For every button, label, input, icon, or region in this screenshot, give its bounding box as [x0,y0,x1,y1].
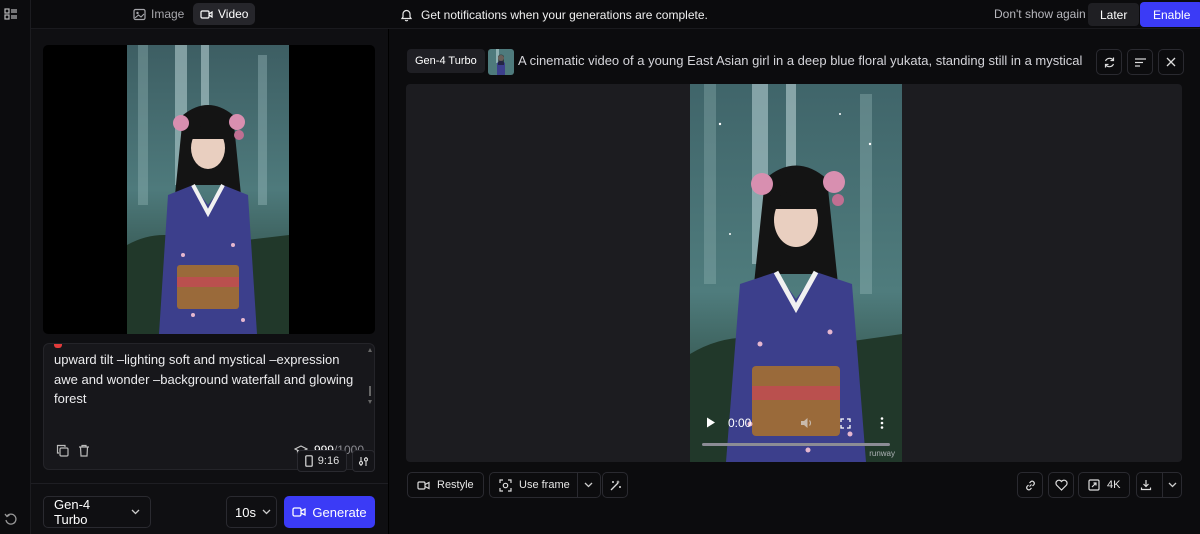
aspect-ratio-label: 9:16 [317,455,340,467]
upscale-icon [1088,479,1100,491]
layout-grid-icon[interactable] [4,7,18,21]
text-lines-icon [1134,57,1147,68]
tab-video[interactable]: Video [193,3,256,25]
model-select-label: Gen-4 Turbo [54,497,91,527]
restyle-button[interactable]: Restyle [407,472,484,498]
settings-button[interactable] [352,450,375,472]
link-icon [1024,479,1037,492]
highlight-marker [54,344,62,348]
video-player[interactable]: 0:00 runway [690,84,902,462]
top-bar: Image Video Get notifications when your … [31,0,1200,29]
model-select[interactable]: Gen-4 Turbo [43,496,151,528]
generate-label: Generate [312,504,367,520]
generate-button[interactable]: Generate [284,496,375,528]
generation-panel: upward tilt –lighting soft and mystical … [31,29,388,534]
close-icon [1166,57,1176,67]
prompt-thumbnail [488,49,514,75]
tab-image-label: Image [151,7,185,21]
play-icon[interactable] [706,417,716,428]
magic-wand-icon [609,479,622,492]
notification-text: Get notifications when your generations … [421,7,708,22]
chevron-down-icon[interactable] [576,472,600,498]
left-rail [0,0,31,534]
more-vertical-icon[interactable] [880,417,884,429]
portrait-icon [304,455,313,467]
prompt-title: A cinematic video of a young East Asian … [518,53,1083,68]
video-frame [690,84,902,462]
refresh-icon [1103,56,1116,69]
tab-video-label: Video [218,7,249,21]
enable-button[interactable]: Enable [1140,2,1200,27]
upscale-4k-button[interactable]: 4K [1078,472,1130,498]
use-frame-label: Use frame [519,479,570,491]
heart-icon [1054,479,1068,491]
duration-select[interactable]: 10s [226,496,277,528]
bell-icon [400,8,413,22]
restyle-label: Restyle [437,479,474,491]
download-button[interactable] [1136,472,1182,498]
fullscreen-icon[interactable] [840,418,851,429]
image-icon [133,8,146,21]
video-time: 0:00 [728,416,752,430]
video-icon [292,506,307,518]
notification-banner: Get notifications when your generations … [400,0,708,29]
volume-icon[interactable] [800,417,813,429]
duration-label: 10s [235,504,256,520]
later-button[interactable]: Later [1088,3,1140,26]
chevron-down-icon[interactable] [1162,472,1181,498]
video-icon [417,480,430,491]
dont-show-again-button[interactable]: Don't show again [994,3,1086,25]
magic-button[interactable] [602,472,628,498]
girl-in-yukata-image [127,45,289,334]
output-panel: Gen-4 Turbo A cinematic video of a young… [389,29,1200,534]
video-icon [200,8,213,21]
history-icon[interactable] [4,512,18,526]
model-badge: Gen-4 Turbo [407,49,485,73]
details-button[interactable] [1127,49,1153,75]
use-frame-button[interactable]: Use frame [489,472,601,498]
trash-icon[interactable] [78,444,90,457]
video-progress-bar[interactable] [702,443,890,446]
prompt-text: upward tilt –lighting soft and mystical … [54,352,354,406]
regenerate-button[interactable] [1096,49,1122,75]
tab-image[interactable]: Image [126,3,191,25]
watermark: runway [869,449,895,458]
sliders-icon [358,456,369,467]
reference-image-preview[interactable] [43,45,375,334]
chevron-down-icon [262,509,271,515]
frame-focus-icon [499,478,512,492]
copy-icon[interactable] [56,444,69,457]
resolution-label: 4K [1107,479,1121,491]
prompt-scrollbar[interactable] [368,348,372,404]
video-stage: 0:00 runway [406,84,1182,462]
generation-controls: Gen-4 Turbo 10s Generate [31,483,388,534]
close-button[interactable] [1158,49,1184,75]
copy-link-button[interactable] [1017,472,1043,498]
download-icon [1137,479,1155,491]
favorite-button[interactable] [1048,472,1074,498]
aspect-ratio-button[interactable]: 9:16 [297,450,347,472]
chevron-down-icon [131,509,140,515]
